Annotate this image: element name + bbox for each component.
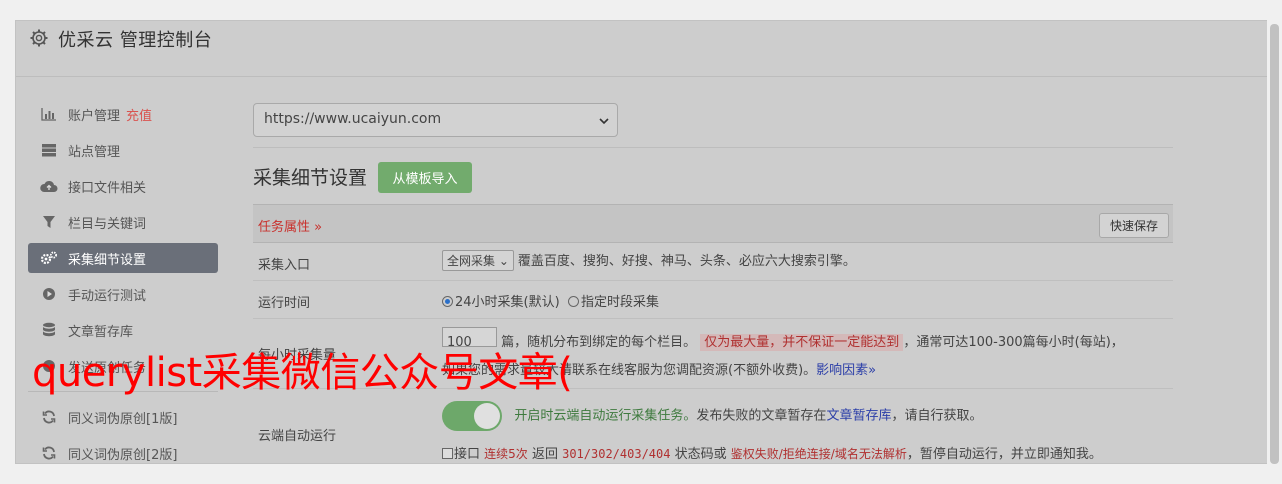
quota-text-2: ，通常可达100-300篇每小时(每站)，	[903, 335, 1124, 350]
sidebar-item-synonym-v1[interactable]: 同义词伪原创[1版]	[28, 402, 218, 432]
header-bar: 优采云 管理控制台	[16, 21, 1268, 77]
sidebar-item-label: 接口文件相关	[68, 180, 147, 196]
sidebar-item-manual-test[interactable]: 手动运行测试	[28, 279, 218, 309]
collect-entry-value: 全网采集	[447, 254, 496, 268]
cloud-green-text: 开启时云端自动运行采集任务。	[514, 408, 697, 424]
toggle-knob	[474, 403, 500, 429]
cloud-auto-run-toggle[interactable]	[442, 401, 502, 431]
sidebar-item-label: 手动运行测试	[68, 288, 147, 304]
chevron-down-icon	[599, 118, 609, 125]
quick-save-button[interactable]: 快速保存	[1099, 213, 1169, 238]
task-attributes-toggle[interactable]: 任务属性 »	[258, 216, 322, 235]
row-content: 全网采集 ⌄ 覆盖百度、搜狗、好搜、神马、头条、必应六大搜索引擎。	[442, 250, 856, 271]
sidebar-item-synonym-v2[interactable]: 同义词伪原创[2版]	[28, 438, 218, 463]
refresh-icon	[40, 409, 58, 425]
site-select[interactable]: https://www.ucaiyun.com	[253, 103, 618, 137]
error-types: 鉴权失败/拒绝连接/域名无法解析	[730, 447, 907, 461]
import-template-button[interactable]: 从模板导入	[378, 162, 472, 193]
pause-checkbox[interactable]	[442, 448, 453, 459]
database-icon	[40, 322, 58, 338]
status-codes: 301/302/403/404	[562, 447, 671, 461]
divider	[253, 147, 1173, 148]
sidebar-item-collect-settings[interactable]: 采集细节设置	[28, 243, 218, 273]
runtime-radio-24h[interactable]	[442, 296, 453, 307]
radio-label: 24小时采集(默认)	[455, 295, 560, 310]
table-row: 运行时间 24小时采集(默认) 指定时段采集	[253, 281, 1173, 319]
table-row: 采集入口 全网采集 ⌄ 覆盖百度、搜狗、好搜、神马、头条、必应六大搜索引擎。	[253, 243, 1173, 281]
chevron-down-icon: ⌄	[498, 254, 509, 268]
section-title: 采集细节设置	[253, 167, 368, 189]
sidebar-item-label: 同义词伪原创[1版]	[68, 411, 178, 427]
collect-entry-desc: 覆盖百度、搜狗、好搜、神马、头条、必应六大搜索引擎。	[517, 254, 856, 269]
gear-icon	[30, 29, 48, 47]
cloud-upload-icon	[40, 178, 58, 194]
row-content: 开启时云端自动运行采集任务。发布失败的文章暂存在文章暂存库，请自行获取。 接口 …	[442, 401, 1182, 462]
play-circle-icon	[40, 286, 58, 302]
filter-icon	[40, 214, 58, 230]
table-header: 任务属性 » 快速保存	[253, 204, 1173, 243]
page-title: 优采云 管理控制台	[58, 30, 213, 51]
checkbox-label: 接口	[454, 447, 481, 462]
settings-table: 任务属性 » 快速保存 采集入口 全网采集 ⌄ 覆盖百度、搜狗、好搜、神马、头条、…	[253, 204, 1173, 463]
status-text: 状态码或	[674, 447, 727, 462]
cloud-text: 发布失败的文章暂存在	[696, 408, 827, 424]
sidebar-item-label: 采集细节设置	[68, 252, 147, 268]
row-label: 采集入口	[258, 258, 311, 273]
fail-count-text: 连续5次	[484, 447, 528, 461]
overlay-caption: querylist采集微信公众号文章(	[32, 350, 573, 396]
row-label: 运行时间	[258, 296, 311, 311]
sidebar: 账户管理 充值 站点管理 接口文件相关 栏目与关键词 采集细节设置 手动运行测试…	[28, 99, 218, 463]
site-select-value: https://www.ucaiyun.com	[264, 111, 442, 127]
sidebar-item-label: 文章暂存库	[68, 324, 134, 340]
cloud-text-2: ，请自行获取。	[891, 408, 983, 424]
scrollbar-thumb[interactable]	[1270, 24, 1279, 464]
quota-warning: 仅为最大量，并不保证一定能达到	[700, 334, 904, 351]
table-row: 云端自动运行 开启时云端自动运行采集任务。发布失败的文章暂存在文章暂存库，请自行…	[253, 389, 1173, 463]
sidebar-item-account[interactable]: 账户管理 充值	[28, 99, 218, 129]
row-label: 云端自动运行	[258, 429, 337, 444]
sidebar-item-label: 同义词伪原创[2版]	[68, 447, 178, 463]
sidebar-item-label: 账户管理	[68, 108, 121, 124]
pause-text: ，暂停自动运行，并立即通知我。	[906, 447, 1102, 462]
gears-icon	[40, 250, 58, 266]
refresh-icon	[40, 445, 58, 461]
recharge-link[interactable]: 充值	[126, 105, 152, 124]
runtime-radio-scheduled[interactable]	[567, 296, 579, 307]
server-icon	[40, 142, 58, 158]
sidebar-item-interface-files[interactable]: 接口文件相关	[28, 171, 218, 201]
sidebar-item-columns-keywords[interactable]: 栏目与关键词	[28, 207, 218, 237]
sidebar-item-label: 站点管理	[68, 144, 121, 160]
sidebar-item-sites[interactable]: 站点管理	[28, 135, 218, 165]
row-content: 24小时采集(默认) 指定时段采集	[442, 291, 659, 310]
sidebar-item-label: 栏目与关键词	[68, 216, 147, 232]
factors-link[interactable]: 影响因素»	[816, 363, 876, 378]
article-store-link[interactable]: 文章暂存库	[826, 409, 891, 424]
radio-label: 指定时段采集	[580, 295, 659, 310]
return-text: 返回	[531, 447, 558, 462]
collect-entry-select[interactable]: 全网采集 ⌄	[442, 250, 514, 271]
bar-chart-icon	[40, 106, 58, 122]
